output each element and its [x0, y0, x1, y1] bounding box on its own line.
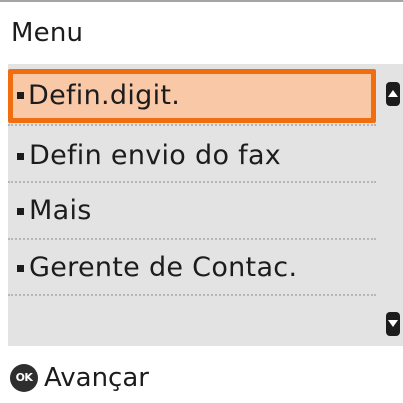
- menu-item-defin-digit[interactable]: Defin.digit.: [8, 69, 376, 123]
- next-action-label: Avançar: [44, 363, 149, 393]
- scroll-down-icon[interactable]: [386, 312, 400, 336]
- menu-item-label: Defin.digit.: [28, 80, 181, 111]
- footer-bar: OK Avançar: [0, 346, 403, 403]
- title-bar: Menu: [0, 0, 403, 64]
- menu-item-mais[interactable]: Mais: [8, 185, 376, 239]
- divider: [8, 294, 376, 296]
- menu-item-label: Mais: [29, 195, 92, 226]
- divider: [8, 238, 376, 240]
- page-title: Menu: [11, 18, 84, 48]
- menu-item-gerente-de-contac[interactable]: Gerente de Contac.: [8, 242, 376, 296]
- menu-item-label: Gerente de Contac.: [29, 252, 298, 283]
- bullet-icon: [17, 208, 24, 215]
- ok-button-icon[interactable]: OK: [10, 364, 38, 392]
- scroll-up-icon[interactable]: [386, 82, 400, 106]
- bullet-icon: [17, 153, 24, 160]
- menu-item-label: Defin envio do fax: [29, 140, 282, 171]
- menu-item-defin-envio-do-fax[interactable]: Defin envio do fax: [8, 128, 376, 182]
- bullet-icon: [17, 92, 24, 99]
- divider: [8, 181, 376, 183]
- printer-lcd-screen: Menu Defin.digit. Defin envio do fax Mai…: [0, 0, 403, 403]
- divider: [8, 124, 376, 126]
- bullet-icon: [17, 265, 24, 272]
